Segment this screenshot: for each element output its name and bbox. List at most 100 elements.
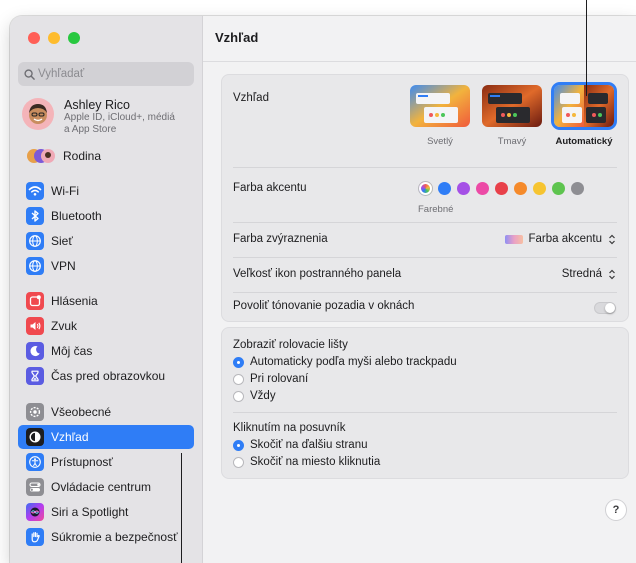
sidebar-item-wifi[interactable]: Wi-Fi xyxy=(18,179,194,203)
search-field[interactable] xyxy=(18,62,194,86)
sidebar-item-label: Môj čas xyxy=(51,344,93,358)
wallpaper-tinting-row: Povoliť tónovanie pozadia v oknách xyxy=(222,293,628,323)
hourglass-icon xyxy=(26,367,44,385)
show-scrollbars-title: Zobraziť rolovacie lišty xyxy=(233,339,348,351)
wallpaper-tinting-toggle[interactable] xyxy=(594,302,616,314)
sidebar-item-label: Hlásenia xyxy=(51,294,98,308)
window-controls xyxy=(28,32,80,44)
accent-swatch-yellow[interactable] xyxy=(533,182,546,195)
sidebar-icon-size-value: Stredná xyxy=(561,268,602,280)
accent-swatch-red[interactable] xyxy=(495,182,508,195)
sidebar-item-general[interactable]: Všeobecné xyxy=(18,400,194,424)
zoom-window-button[interactable] xyxy=(68,32,80,44)
theme-option-light[interactable]: Svetlý xyxy=(408,85,472,147)
accent-swatch-blue[interactable] xyxy=(438,182,451,195)
control-center-icon xyxy=(26,478,44,496)
radio-button xyxy=(233,390,244,402)
sidebar-item-notifications[interactable]: Hlásenia xyxy=(18,289,194,313)
appearance-settings-panel: Vzhľad Svetlý Tmavý Automatický Farba ak… xyxy=(221,74,629,322)
sidebar-item-siri-spotlight[interactable]: Siri a Spotlight xyxy=(18,500,194,524)
privacy-hand-icon xyxy=(26,528,44,546)
sidebar-item-label: VPN xyxy=(51,259,76,273)
settings-window: Ashley Rico Apple ID, iCloud+, médiá a A… xyxy=(10,16,636,563)
highlight-color-label: Farba zvýraznenia xyxy=(233,233,328,245)
radio-scrollbars-scrolling[interactable]: Pri rolovaní xyxy=(233,373,308,385)
radio-button xyxy=(233,373,244,385)
theme-label-light: Svetlý xyxy=(427,136,453,147)
sidebar-item-vpn[interactable]: VPN xyxy=(18,254,194,278)
sidebar-item-control-center[interactable]: Ovládacie centrum xyxy=(18,475,194,499)
sidebar-item-label: Vzhľad xyxy=(51,430,89,444)
sidebar-item-focus[interactable]: Môj čas xyxy=(18,339,194,363)
highlight-gradient-swatch xyxy=(505,234,524,244)
sidebar-item-bluetooth[interactable]: Bluetooth xyxy=(18,204,194,228)
sidebar-item-label: Wi-Fi xyxy=(51,184,79,198)
siri-icon xyxy=(26,503,44,521)
sidebar-icon-size-row: Veľkosť ikon postranného panela Stredná xyxy=(222,258,628,292)
account-subtitle: Apple ID, iCloud+, médiá xyxy=(64,112,175,123)
header-divider xyxy=(203,61,636,62)
family-avatars-icon xyxy=(26,147,56,165)
close-window-button[interactable] xyxy=(28,32,40,44)
sidebar-item-label: Siri a Spotlight xyxy=(51,505,129,519)
accent-color-row: Farba akcentu Farebné xyxy=(222,168,628,222)
search-input[interactable] xyxy=(38,68,188,80)
speaker-icon xyxy=(26,317,44,335)
click-scrollbar-title: Kliknutím na posuvník xyxy=(233,422,346,434)
accent-swatch-pink[interactable] xyxy=(476,182,489,195)
radio-button-selected xyxy=(233,356,244,368)
accent-swatch-purple[interactable] xyxy=(457,182,470,195)
callout-line-sidebar xyxy=(181,453,182,563)
accessibility-icon xyxy=(26,453,44,471)
radio-label: Skočiť na miesto kliknutia xyxy=(250,456,381,468)
sidebar-item-label: Rodina xyxy=(63,149,102,163)
light-theme-thumbnail xyxy=(410,85,470,127)
sidebar-item-label: Ovládacie centrum xyxy=(51,480,152,494)
sidebar-item-appearance[interactable]: Vzhľad xyxy=(18,425,194,449)
focus-moon-icon xyxy=(26,342,44,360)
radio-label: Vždy xyxy=(250,390,276,402)
help-button[interactable]: ? xyxy=(606,500,626,520)
radio-label: Pri rolovaní xyxy=(250,373,309,385)
gear-icon xyxy=(26,403,44,421)
sidebar-item-network[interactable]: Sieť xyxy=(18,229,194,253)
radio-label: Skočiť na ďalšiu stranu xyxy=(250,439,368,451)
theme-label-dark: Tmavý xyxy=(497,136,527,147)
sidebar-item-label: Prístupnosť xyxy=(51,455,113,469)
accent-swatches xyxy=(419,182,584,195)
radio-scrollbars-auto[interactable]: Automaticky podľa myši alebo trackpadu xyxy=(233,356,457,368)
account-item[interactable]: Ashley Rico Apple ID, iCloud+, médiá a A… xyxy=(22,98,175,136)
accent-swatch-green[interactable] xyxy=(552,182,565,195)
dark-theme-thumbnail xyxy=(482,85,542,127)
sidebar-icon-size-popup[interactable]: Stredná xyxy=(562,268,617,280)
up-down-chevron-icon xyxy=(607,234,617,245)
accent-swatch-orange[interactable] xyxy=(514,182,527,195)
radio-jump-next-page[interactable]: Skočiť na ďalšiu stranu xyxy=(233,439,368,451)
wallpaper-tinting-label: Povoliť tónovanie pozadia v oknách xyxy=(233,300,415,312)
highlight-color-row: Farba zvýraznenia Farba akcentu xyxy=(222,223,628,257)
highlight-color-value: Farba akcentu xyxy=(528,233,602,245)
radio-jump-click-spot[interactable]: Skočiť na miesto kliknutia xyxy=(233,456,380,468)
avatar xyxy=(22,98,54,130)
appearance-row: Vzhľad Svetlý Tmavý Automatický xyxy=(222,75,628,167)
sidebar-item-sound[interactable]: Zvuk xyxy=(18,314,194,338)
wifi-icon xyxy=(26,182,44,200)
radio-scrollbars-always[interactable]: Vždy xyxy=(233,390,276,402)
sidebar-icon-size-label: Veľkosť ikon postranného panela xyxy=(233,268,402,280)
theme-label-auto: Automatický xyxy=(555,136,613,147)
sidebar-item-privacy-security[interactable]: Súkromie a bezpečnosť xyxy=(18,525,194,549)
accent-swatch-graphite[interactable] xyxy=(571,182,584,195)
notifications-icon xyxy=(26,292,44,310)
account-subtitle-2: a App Store xyxy=(64,124,117,135)
theme-option-dark[interactable]: Tmavý xyxy=(480,85,544,147)
sidebar-item-accessibility[interactable]: Prístupnosť xyxy=(18,450,194,474)
minimize-window-button[interactable] xyxy=(48,32,60,44)
highlight-color-popup[interactable]: Farba akcentu xyxy=(505,233,617,245)
theme-option-auto[interactable]: Automatický xyxy=(552,85,616,147)
sidebar-item-family[interactable]: Rodina xyxy=(18,144,194,168)
bluetooth-icon xyxy=(26,207,44,225)
callout-line-theme xyxy=(586,0,587,96)
sidebar-item-screen-time[interactable]: Čas pred obrazovkou xyxy=(18,364,194,388)
sidebar-item-label: Zvuk xyxy=(51,319,78,333)
accent-multicolor-swatch[interactable] xyxy=(419,182,432,195)
